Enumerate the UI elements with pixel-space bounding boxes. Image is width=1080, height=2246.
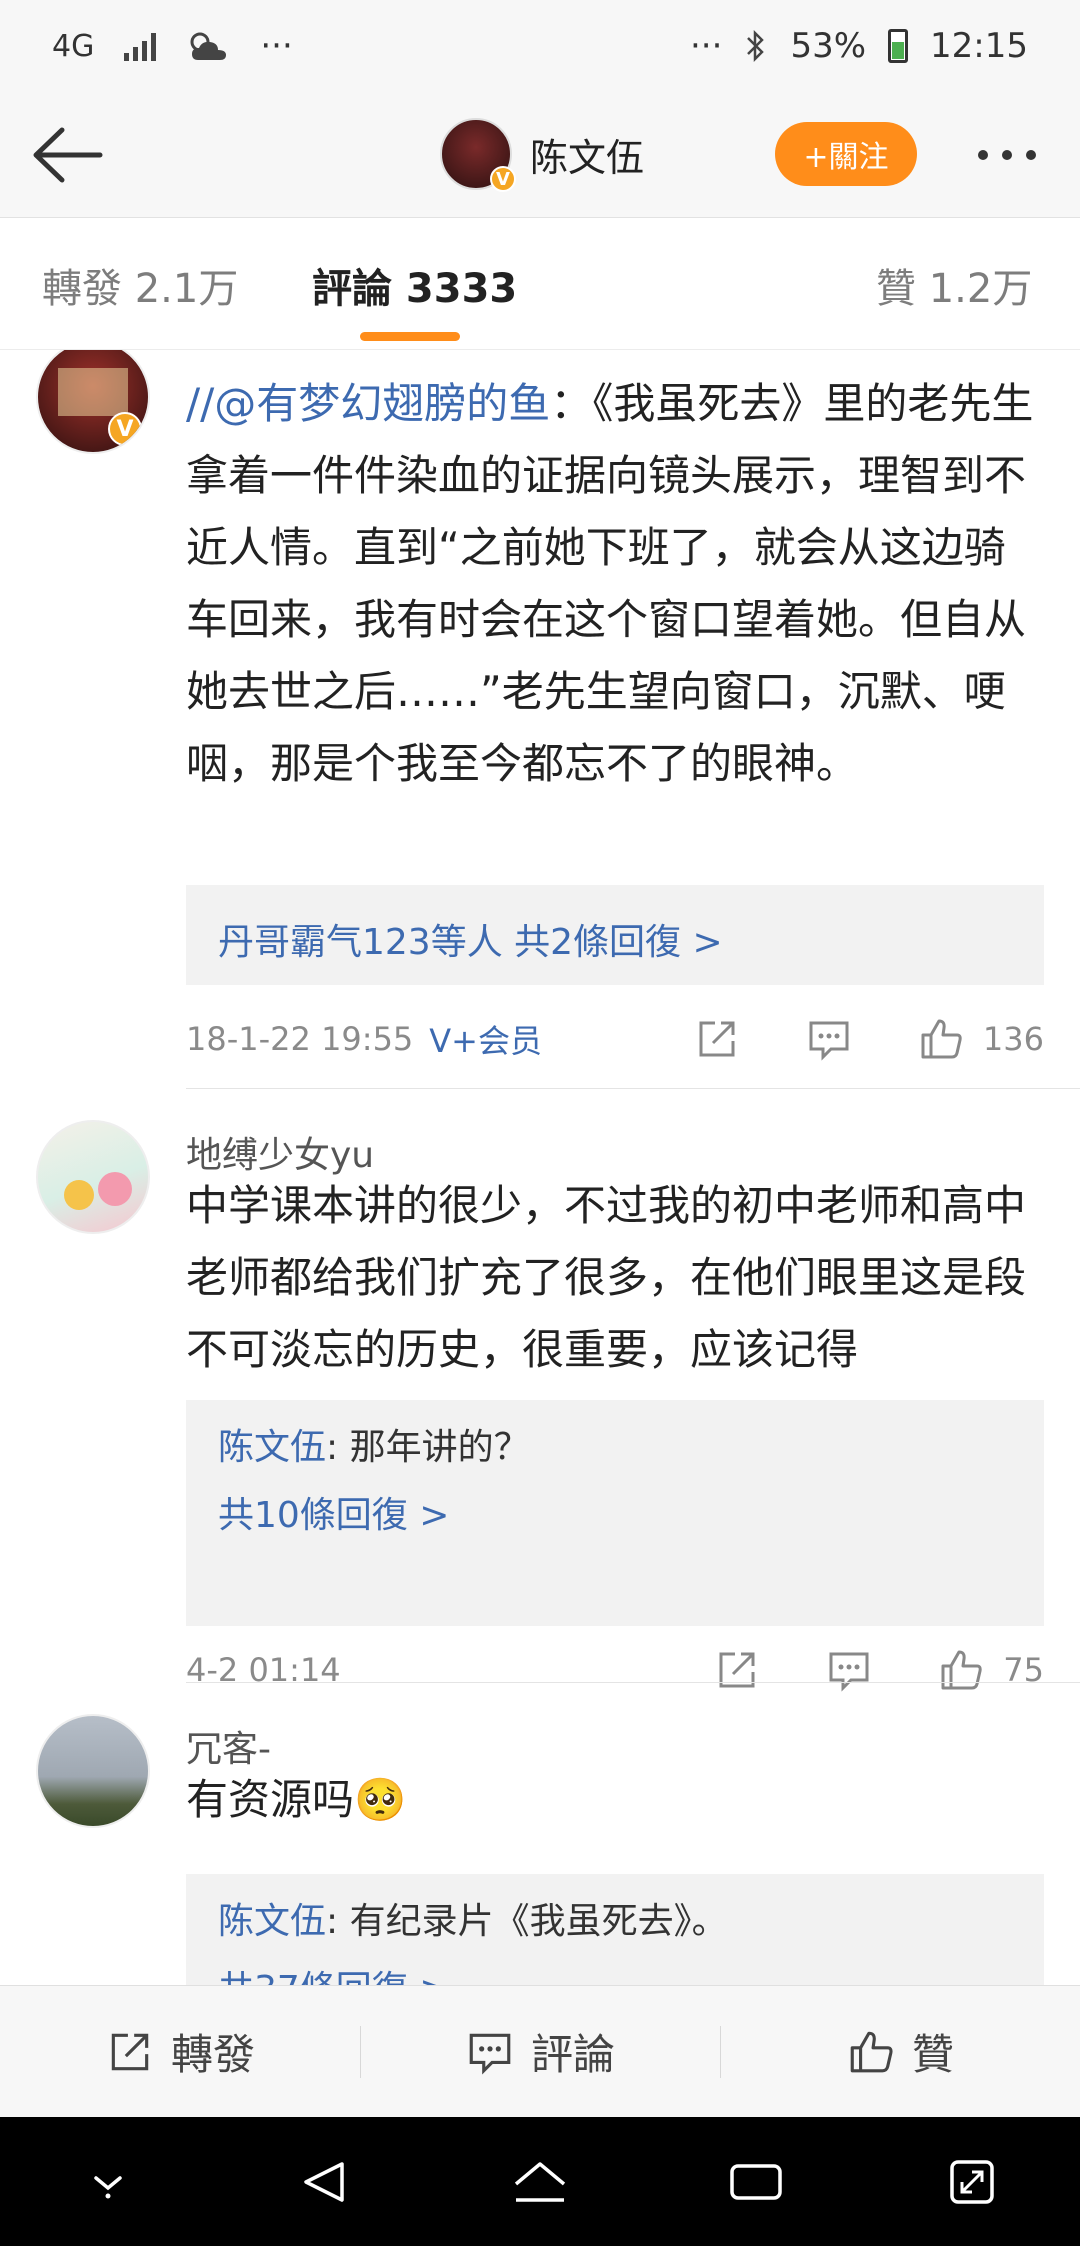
system-navigation-bar (0, 2117, 1080, 2246)
reply-icon[interactable] (825, 1646, 873, 1694)
repost-label: 轉發 (170, 2030, 255, 2079)
status-bar: 4G ··· ··· 53% 12:15 (0, 0, 1080, 92)
like-icon (850, 2031, 893, 2072)
commenter-avatar[interactable] (36, 1120, 150, 1234)
battery-icon (888, 29, 909, 63)
reply-preview-box[interactable]: 陈文伍: 有纪录片《我虽死去》。 共37條回復 > (186, 1874, 1044, 1985)
comment-meta: 18-1-22 19:55 V+会员 136 (186, 1009, 1044, 1069)
reply-count-link[interactable]: 共37條回復 > (218, 1964, 1012, 1985)
comment-divider (186, 1682, 1080, 1683)
nav-home-icon[interactable] (505, 2147, 575, 2217)
comment-time: 4-2 01:14 (186, 1651, 341, 1689)
reply-author[interactable]: 陈文伍 (218, 1427, 326, 1468)
comment-label: 評論 (530, 2030, 615, 2079)
tab-repost[interactable]: 轉發 2.1万 (42, 256, 238, 314)
signal-icon (124, 31, 157, 61)
bottom-action-bar: 轉發 評論 贊 (0, 1985, 1080, 2117)
active-tab-indicator (360, 332, 460, 341)
comment-text: 中学课本讲的很少，不过我的初中老师和高中老师都给我们扩充了很多，在他们眼里这是段… (186, 1181, 1027, 1374)
author-name[interactable]: 陈文伍 (530, 127, 644, 182)
verified-badge-icon: V (490, 166, 516, 192)
like-icon[interactable] (917, 1015, 965, 1063)
more-options-icon[interactable] (978, 150, 1036, 160)
network-type: 4G (52, 28, 95, 64)
weather-icon (190, 32, 227, 60)
battery-percent: 53% (790, 26, 867, 66)
comment-meta: 4-2 01:14 75 (186, 1640, 1044, 1700)
reply-icon[interactable] (805, 1015, 853, 1063)
like-button[interactable]: 贊 (720, 1986, 1080, 2117)
more-notifications: ··· (260, 26, 293, 66)
reply-text: : 有纪录片《我虽死去》。 (326, 1901, 728, 1942)
nav-expand-icon[interactable] (937, 2147, 1007, 2217)
like-icon[interactable] (937, 1646, 985, 1694)
author-avatar[interactable]: V (440, 118, 516, 192)
reply-preview-box[interactable]: 陈文伍: 那年讲的？ 共10條回復 > (186, 1400, 1044, 1626)
comment-time: 18-1-22 19:55 (186, 1020, 414, 1058)
comment-icon (469, 2033, 511, 2075)
comment-body: ：《我虽死去》里的老先生拿着一件件染血的证据向镜头展示，理智到不近人情。直到“之… (186, 379, 1034, 788)
reply-author[interactable]: 陈文伍 (218, 1901, 326, 1942)
like-count: 75 (1003, 1651, 1044, 1689)
top-navigation: V 陈文伍 +關注 (0, 92, 1080, 218)
reply-summary-link[interactable]: 丹哥霸气123等人 共2條回復 > (218, 922, 723, 963)
commenter-avatar[interactable]: V (36, 350, 150, 454)
reply-count-link[interactable]: 共10條回復 > (218, 1490, 1012, 1542)
commenter-avatar[interactable] (36, 1714, 150, 1828)
repost-icon (111, 2033, 149, 2070)
nav-hide-icon[interactable] (73, 2147, 143, 2217)
verified-badge-icon: V (108, 412, 142, 446)
share-icon[interactable] (693, 1015, 741, 1063)
comment-divider (186, 1088, 1080, 1089)
follow-button[interactable]: +關注 (775, 122, 917, 186)
status-dots: ··· (690, 26, 723, 66)
mention-link[interactable]: //@有梦幻翅膀的鱼 (186, 379, 550, 428)
comment-button[interactable]: 評論 (360, 1986, 720, 2117)
nav-back-icon[interactable] (289, 2147, 359, 2217)
bluetooth-icon (747, 29, 765, 63)
vip-badge[interactable]: V+会员 (429, 1016, 542, 1062)
reply-text: : 那年讲的？ (326, 1427, 530, 1468)
tab-comments[interactable]: 評論 3333 (312, 256, 517, 314)
comment-text: //@有梦幻翅膀的鱼：《我虽死去》里的老先生拿着一件件染血的证据向镜头展示，理智… (186, 368, 1046, 800)
like-count: 136 (982, 1020, 1044, 1058)
share-icon[interactable] (713, 1646, 761, 1694)
like-label: 贊 (911, 2030, 954, 2079)
reply-summary-box[interactable]: 丹哥霸气123等人 共2條回復 > (186, 885, 1044, 985)
comment-list[interactable]: V //@有梦幻翅膀的鱼：《我虽死去》里的老先生拿着一件件染血的证据向镜头展示，… (0, 350, 1080, 1985)
back-arrow-icon[interactable] (28, 122, 108, 188)
clock: 12:15 (930, 26, 1028, 66)
comment-text: 有资源吗🥺 (186, 1775, 407, 1824)
nav-recents-icon[interactable] (721, 2147, 791, 2217)
tab-bar: 轉發 2.1万 評論 3333 贊 1.2万 (0, 218, 1080, 350)
author-header[interactable]: V 陈文伍 (440, 118, 644, 192)
tab-likes[interactable]: 贊 1.2万 (876, 256, 1032, 314)
repost-button[interactable]: 轉發 (0, 1986, 360, 2117)
